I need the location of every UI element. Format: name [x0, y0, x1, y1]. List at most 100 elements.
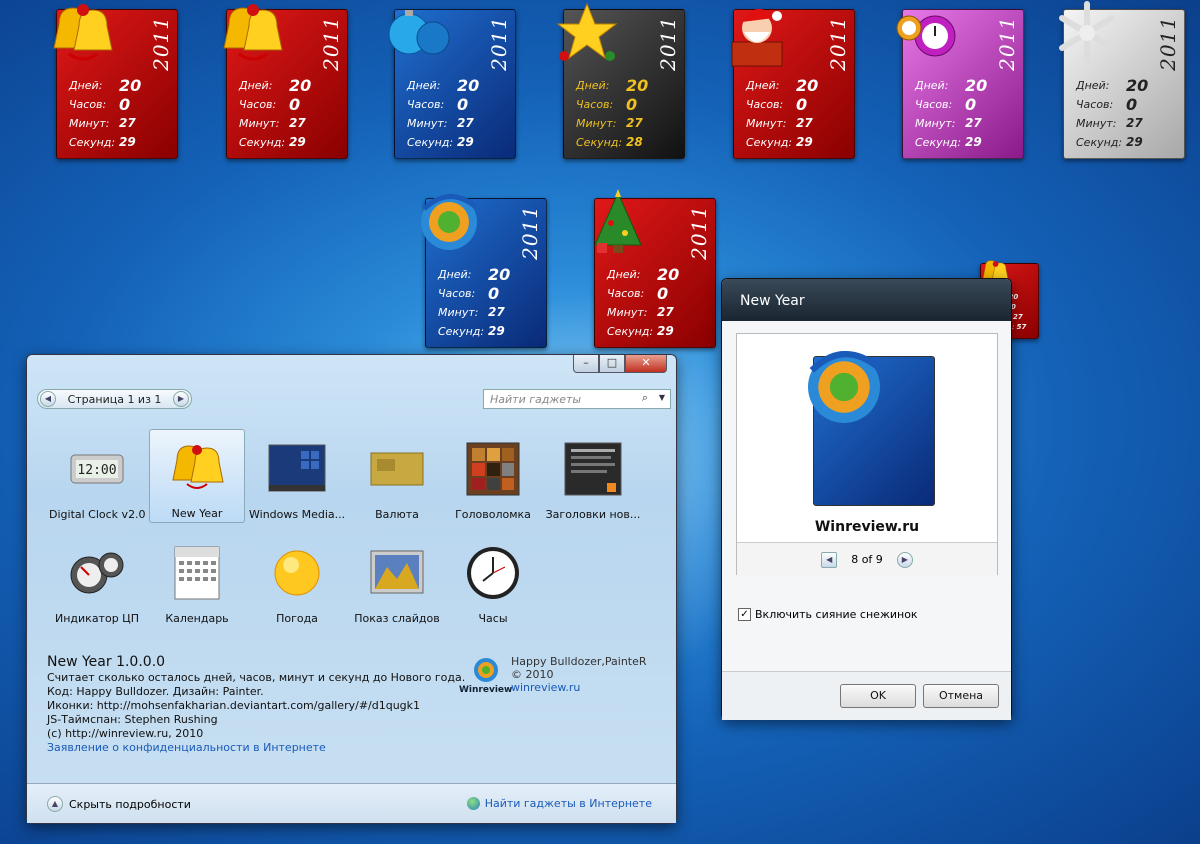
star-icon: [556, 2, 618, 61]
hide-details-label: Скрыть подробности: [69, 797, 191, 811]
details-copyright: (c) http://winreview.ru, 2010: [47, 727, 204, 740]
seconds-value: 29: [488, 324, 505, 338]
hours-label: Часов:: [576, 98, 614, 111]
gadget-tile[interactable]: Головоломка: [445, 431, 541, 525]
minutes-value: 27: [119, 116, 136, 130]
seconds-label: Секунд:: [576, 136, 623, 149]
search-icon[interactable]: ⌕: [642, 391, 648, 405]
countdown-gadget[interactable]: 2011 Дней: 20 Часов: 0 Минут: 27 Секунд: 29: [388, 9, 516, 159]
close-button[interactable]: ✕: [625, 355, 667, 373]
gadget-tile[interactable]: Погода: [249, 535, 345, 629]
dialog-title: New Year: [722, 279, 1011, 321]
countdown-gadget[interactable]: 2011 Дней: 20 Часов: 0 Минут: 27 Секунд: 28: [556, 2, 685, 159]
hours-label: Часов:: [69, 98, 107, 111]
minutes-label: Минут:: [438, 306, 479, 319]
days-label: Дней:: [915, 79, 949, 92]
hide-details-button[interactable]: ▲ Скрыть подробности: [47, 796, 191, 812]
hours-value: 0: [626, 95, 638, 114]
gadget-year: 2011: [1156, 16, 1180, 71]
seconds-label: Секунд:: [746, 136, 793, 149]
santa-icon: [731, 8, 783, 67]
days-label: Дней:: [746, 79, 780, 92]
gadget-year: 2011: [687, 205, 711, 260]
gadget-tile-name: Windows Media...: [249, 508, 346, 521]
details-description: Считает сколько осталось дней, часов, ми…: [47, 671, 466, 684]
countdown-gadget[interactable]: 2011 Дней: 20 Часов: 0 Минут: 27 Секунд: 29: [421, 194, 547, 348]
minutes-value: 27: [488, 305, 505, 319]
search-placeholder: Найти гаджеты: [490, 393, 582, 406]
seconds-label: Секунд:: [607, 325, 654, 338]
page-navigator: ◀ Страница 1 из 1 ▶: [37, 389, 192, 409]
bells-icon: [223, 4, 283, 61]
countdown-gadget[interactable]: 2011 Дней: 20 Часов: 0 Минут: 27 Секунд: 29: [896, 9, 1024, 159]
countdown-gadget[interactable]: 2011 Дней: 20 Часов: 0 Минут: 27 Секунд: 29: [223, 4, 348, 159]
countdown-gadget[interactable]: 2011 Дней: 20 Часов: 0 Минут: 27 Секунд: 29: [1059, 1, 1185, 159]
hours-value: 0: [457, 95, 469, 114]
details-icons: Иконки: http://mohsenfakharian.deviantar…: [47, 699, 421, 712]
digital-clock-icon: 12:00: [70, 454, 124, 484]
gadget-tile[interactable]: Windows Media...: [249, 431, 345, 525]
days-label: Дней:: [576, 79, 610, 92]
minutes-label: Минут:: [239, 117, 280, 130]
bells-icon: [53, 4, 113, 61]
search-input[interactable]: Найти гаджеты ⌕ ▼: [483, 389, 671, 409]
seconds-value: 29: [657, 324, 674, 338]
calendar-icon: [174, 546, 220, 600]
snowflake-glow-checkbox[interactable]: ✓ Включить сияние снежинок: [738, 608, 918, 621]
author-site-link[interactable]: winreview.ru: [511, 681, 711, 694]
logo-label: Winreview: [459, 685, 513, 695]
days-label: Дней:: [1076, 79, 1110, 92]
hours-value: 0: [796, 95, 808, 114]
gadget-details: New Year 1.0.0.0 Считает сколько осталос…: [47, 655, 467, 755]
gadget-tile[interactable]: Валюта: [349, 431, 445, 525]
minutes-label: Минут:: [576, 117, 617, 130]
seconds-value: 29: [1126, 135, 1143, 149]
minimize-button[interactable]: –: [573, 355, 599, 373]
checkbox-checked-icon: ✓: [738, 608, 751, 621]
hours-label: Часов:: [438, 287, 476, 300]
maximize-button[interactable]: □: [599, 355, 625, 373]
seconds-value: 29: [289, 135, 306, 149]
find-online-link[interactable]: Найти гаджеты в Интернете: [466, 797, 652, 810]
countdown-gadget[interactable]: 2011 Дней: 20 Часов: 0 Минут: 27 Секунд: 29: [731, 8, 855, 159]
page-label: Страница 1 из 1: [67, 392, 162, 406]
ornaments-icon: [388, 10, 450, 55]
privacy-link[interactable]: Заявление о конфиденциальности в Интерне…: [47, 741, 467, 755]
gadget-tile[interactable]: Показ слайдов: [349, 535, 445, 629]
prev-skin-button[interactable]: ◀: [821, 551, 838, 568]
rss-headlines-icon: [564, 442, 622, 496]
minutes-label: Минут:: [607, 306, 648, 319]
gadget-tile[interactable]: Индикатор ЦП: [49, 535, 145, 629]
ok-button[interactable]: OK: [840, 684, 916, 708]
gadget-tile[interactable]: Заголовки нов...: [545, 431, 641, 525]
hours-label: Часов:: [746, 98, 784, 111]
seconds-value: 29: [965, 135, 982, 149]
chevron-down-icon[interactable]: ▼: [659, 393, 665, 402]
puzzle-icon: [466, 442, 520, 496]
globe-icon: [466, 797, 480, 810]
gadget-tile-name: New Year: [171, 507, 223, 520]
gadget-tile[interactable]: Часы: [445, 535, 541, 629]
gadget-tile-name: Заголовки нов...: [545, 508, 641, 521]
countdown-gadget[interactable]: 2011 Дней: 20 Часов: 0 Минут: 27 Секунд: 29: [594, 189, 716, 348]
countdown-gadget[interactable]: 2011 Дней: 20 Часов: 0 Минут: 27 Секунд: 29: [53, 4, 178, 159]
next-skin-button[interactable]: ▶: [896, 551, 913, 568]
minutes-value: 27: [796, 116, 813, 130]
prev-page-button[interactable]: ◀: [40, 391, 56, 407]
gadget-tile[interactable]: Календарь: [149, 535, 245, 629]
winreview-logo-icon: [808, 351, 881, 423]
details-title: New Year 1.0.0.0: [47, 654, 166, 670]
seconds-value: 29: [119, 135, 136, 149]
find-online-label: Найти гаджеты в Интернете: [484, 797, 652, 810]
minutes-label: Минут:: [1076, 117, 1117, 130]
days-label: Дней:: [438, 268, 472, 281]
gallery-footer: ▲ Скрыть подробности Найти гаджеты в Инт…: [27, 783, 676, 823]
chevron-up-icon: ▲: [47, 796, 63, 812]
next-page-button[interactable]: ▶: [173, 391, 189, 407]
gadget-tile[interactable]: 12:00 Digital Clock v2.0: [49, 431, 146, 525]
gadget-year: 2011: [319, 16, 343, 71]
days-value: 20: [457, 76, 480, 95]
gadget-tile-selected[interactable]: New Year: [149, 429, 245, 523]
minutes-value: 27: [1126, 116, 1143, 130]
cancel-button[interactable]: Отмена: [923, 684, 999, 708]
